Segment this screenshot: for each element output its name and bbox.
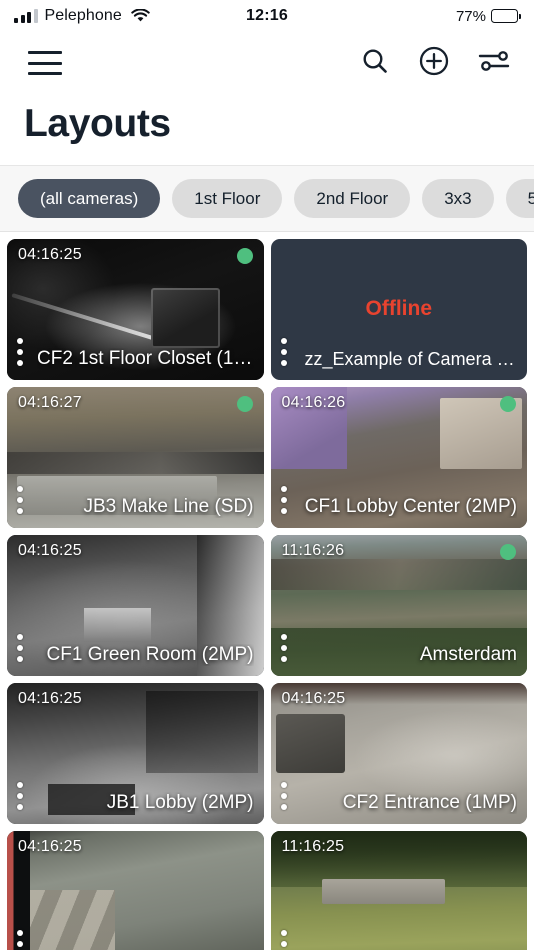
camera-tile[interactable]: 11:16:25 <box>270 830 527 950</box>
layout-tab-3x3[interactable]: 3x3 <box>422 178 494 218</box>
camera-timestamp: 04:16:25 <box>18 541 82 559</box>
cellular-signal-icon <box>14 9 38 23</box>
search-icon[interactable] <box>360 46 390 81</box>
kebab-menu-icon[interactable] <box>17 929 23 950</box>
kebab-menu-icon[interactable] <box>280 485 287 514</box>
carrier-label: Pelephone <box>44 7 122 24</box>
camera-name-label: CF2 Entrance (1MP) <box>342 791 517 813</box>
camera-tile[interactable]: Offline zz_Example of Camera Of... <box>270 238 527 380</box>
camera-timestamp: 04:16:25 <box>18 837 82 855</box>
kebab-menu-icon[interactable] <box>280 633 287 662</box>
online-status-dot <box>236 395 253 412</box>
kebab-menu-icon[interactable] <box>280 929 287 950</box>
hamburger-menu-icon[interactable] <box>28 51 62 75</box>
camera-timestamp: 04:16:26 <box>281 393 346 411</box>
online-status-dot <box>500 395 516 412</box>
camera-tile[interactable]: 04:16:25 JB1 Lobby (2MP) <box>7 682 264 824</box>
camera-tile[interactable]: 04:16:26 CF1 Lobby Center (2MP) <box>270 386 527 528</box>
app-screen: Pelephone 12:16 77% Layouts (all cameras… <box>0 0 534 950</box>
camera-name-label: zz_Example of Camera Of... <box>304 348 518 369</box>
camera-tile[interactable]: 04:16:25 <box>7 830 264 950</box>
camera-tile[interactable]: 11:16:26 Amsterdam <box>270 534 527 676</box>
kebab-menu-icon[interactable] <box>17 781 23 810</box>
kebab-menu-icon[interactable] <box>17 633 23 662</box>
online-status-dot <box>236 247 253 264</box>
sliders-filter-icon[interactable] <box>478 47 510 80</box>
camera-timestamp: 04:16:25 <box>18 689 82 707</box>
layout-tabs[interactable]: (all cameras) 1st Floor 2nd Floor 3x3 5x5 <box>0 164 534 232</box>
camera-tile[interactable]: 04:16:25 CF2 Entrance (1MP) <box>270 682 527 824</box>
camera-name-label: CF2 1st Floor Closet (1MP) <box>37 347 254 369</box>
page-title-container: Layouts <box>0 94 534 165</box>
camera-grid: 04:16:25 CF2 1st Floor Closet (1MP) Offlin… <box>0 231 534 950</box>
camera-name-label: JB3 Make Line (SD) <box>83 495 254 517</box>
kebab-menu-icon[interactable] <box>17 485 23 514</box>
camera-timestamp: 11:16:25 <box>281 837 345 855</box>
camera-timestamp: 04:16:25 <box>281 689 346 707</box>
layout-tab-5x5[interactable]: 5x5 <box>505 178 534 218</box>
plus-circle-icon[interactable] <box>418 45 450 82</box>
kebab-menu-icon[interactable] <box>17 337 23 366</box>
kebab-menu-icon[interactable] <box>280 781 287 810</box>
camera-tile[interactable]: 04:16:25 CF2 1st Floor Closet (1MP) <box>7 238 264 380</box>
navigation-bar <box>0 32 534 94</box>
online-status-dot <box>500 543 516 560</box>
camera-tile[interactable]: 04:16:27 JB3 Make Line (SD) <box>7 386 264 528</box>
nav-actions <box>360 45 510 82</box>
page-title: Layouts <box>24 102 171 145</box>
status-bar: Pelephone 12:16 77% <box>0 0 534 32</box>
camera-tile[interactable]: 04:16:25 CF1 Green Room (2MP) <box>7 534 264 676</box>
camera-name-label: JB1 Lobby (2MP) <box>106 791 254 813</box>
camera-name-label: CF1 Green Room (2MP) <box>46 643 254 665</box>
camera-timestamp: 11:16:26 <box>281 541 345 559</box>
camera-timestamp: 04:16:25 <box>18 245 82 263</box>
camera-name-label: CF1 Lobby Center (2MP) <box>304 495 517 517</box>
layout-tab-1st-floor[interactable]: 1st Floor <box>172 178 283 218</box>
status-bar-left: Pelephone <box>14 7 150 25</box>
layout-tab-all-cameras[interactable]: (all cameras) <box>18 178 161 218</box>
battery-icon <box>491 9 521 23</box>
kebab-menu-icon[interactable] <box>280 337 287 366</box>
camera-name-label: Amsterdam <box>419 643 517 665</box>
camera-timestamp: 04:16:27 <box>18 393 82 411</box>
status-bar-right: 77% <box>455 7 521 25</box>
layout-tab-2nd-floor[interactable]: 2nd Floor <box>294 178 411 218</box>
wifi-icon <box>131 8 150 23</box>
battery-percent-label: 77% <box>455 7 486 25</box>
